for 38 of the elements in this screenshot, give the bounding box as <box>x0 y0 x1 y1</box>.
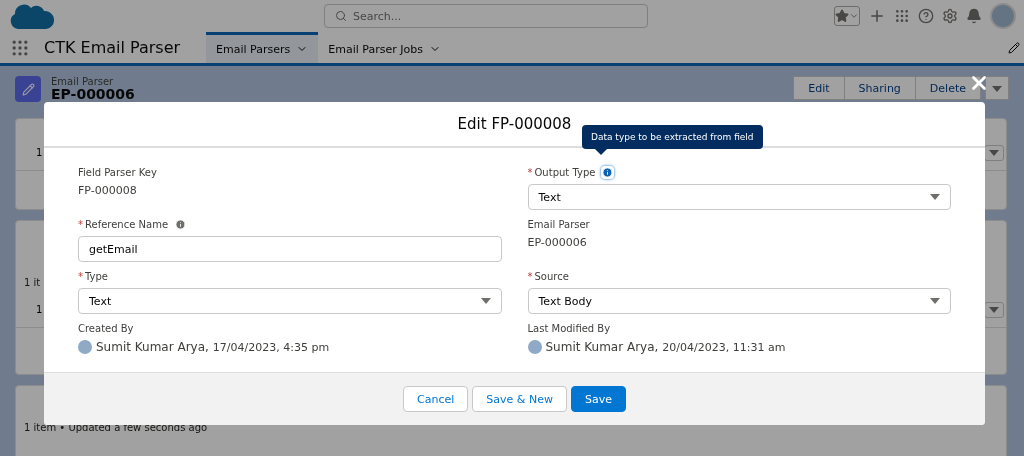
user-link[interactable]: Sumit Kumar Arya, <box>545 340 659 355</box>
record-name: EP-000006 <box>51 87 135 101</box>
app-name: CTK Email Parser <box>44 37 181 59</box>
required-mark: * <box>527 270 533 282</box>
field-label: Type <box>85 270 108 282</box>
table-cell: 1 <box>36 304 43 315</box>
nav-tab[interactable]: Email Parser Jobs <box>318 32 451 63</box>
dialog-title: Edit FP-000008 <box>457 115 572 134</box>
record-action-button[interactable]: Edit <box>793 76 845 100</box>
picklist-field[interactable]: Text <box>78 288 502 315</box>
field-value: FP-000008 <box>78 184 138 198</box>
field-label: Source <box>534 270 569 282</box>
picklist-field[interactable]: Text <box>527 184 951 211</box>
record-action-button[interactable]: Delete <box>914 76 981 100</box>
field-label: Reference Name <box>85 218 169 230</box>
required-mark: * <box>527 166 533 178</box>
field-label: Output Type <box>534 166 596 178</box>
user-link[interactable]: Sumit Kumar Arya, <box>96 340 209 355</box>
nav-tab[interactable]: Email Parsers <box>206 32 319 63</box>
record-action-button[interactable]: Sharing <box>843 76 916 100</box>
dialog-button[interactable]: Save <box>570 386 626 413</box>
field-label: Created By <box>78 322 134 334</box>
search-field[interactable]: Search... <box>324 4 648 28</box>
table-cell: 1 <box>36 147 43 158</box>
picklist-field[interactable]: Text Body <box>527 288 951 315</box>
list-meta: 1 it <box>24 277 41 288</box>
field-value: EP-000006 <box>527 236 588 250</box>
dialog-button[interactable]: Save & New <box>472 386 567 413</box>
field-label: Field Parser Key <box>78 166 157 178</box>
field-label: Last Modified By <box>527 322 611 334</box>
timestamp: 20/04/2023, 11:31 am <box>662 340 786 354</box>
field-label: Email Parser <box>527 218 590 230</box>
dialog-button[interactable]: Cancel <box>403 386 469 413</box>
text-input-field[interactable]: getEmail <box>78 236 502 263</box>
required-mark: * <box>78 270 83 282</box>
record-type: Email Parser <box>51 76 115 87</box>
timestamp: 17/04/2023, 4:35 pm <box>212 340 330 354</box>
required-mark: * <box>78 218 83 230</box>
